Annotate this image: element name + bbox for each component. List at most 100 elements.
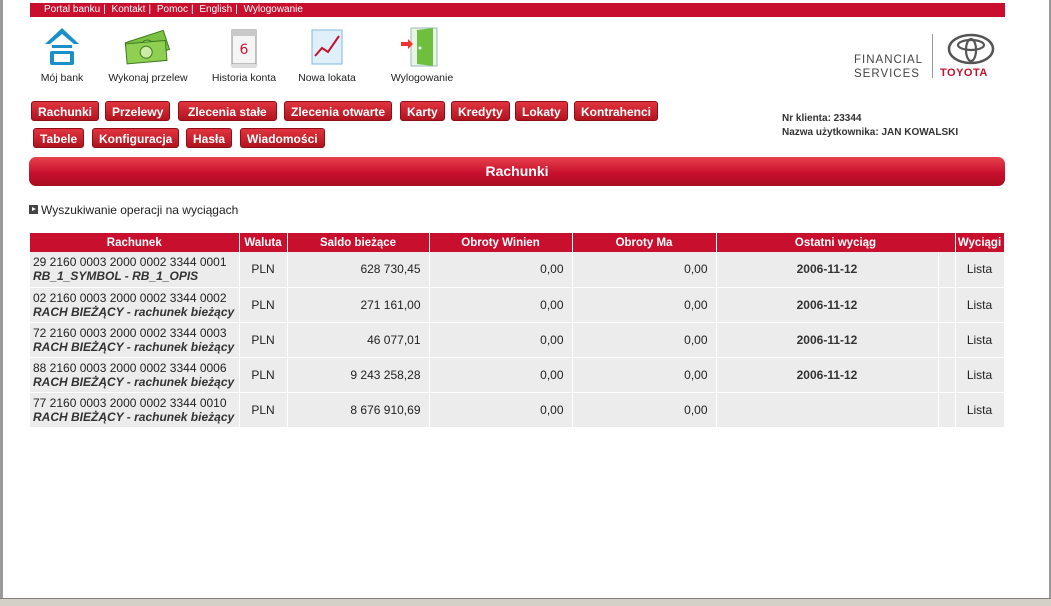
contact-link[interactable]: Kontakt xyxy=(112,4,146,15)
toyota-emblem-icon xyxy=(947,33,995,65)
toyota-financial-logo: FINANCIAL SERVICES TOYOTA xyxy=(852,32,1002,82)
nav-configuration[interactable]: Konfiguracja xyxy=(92,128,180,148)
last-statement-cell: 2006-11-12 xyxy=(716,322,939,358)
balance-cell: 46 077,01 xyxy=(287,322,430,358)
nav-transfers[interactable]: Przelewy xyxy=(105,101,171,121)
table-row: 02 2160 0003 2000 0002 3344 0002 RACH BIE… xyxy=(30,287,1005,323)
nav-cards[interactable]: Karty xyxy=(400,101,445,121)
account-cell: 88 2160 0003 2000 0002 3344 0006 RACH BIE… xyxy=(30,357,240,393)
debit-cell: 0,00 xyxy=(429,322,573,358)
account-cell: 77 2160 0003 2000 0002 3344 0010 RACH BIE… xyxy=(30,392,240,428)
account-description: RACH BIEŻĄCY - rachunek bieżący xyxy=(33,339,235,354)
account-cell: 02 2160 0003 2000 0002 3344 0002 RACH BIE… xyxy=(30,287,240,323)
balance-cell: 628 730,45 xyxy=(287,252,430,288)
debit-cell: 0,00 xyxy=(429,252,573,288)
credit-cell: 0,00 xyxy=(572,392,717,428)
currency-cell: PLN xyxy=(239,287,288,323)
nav-credits[interactable]: Kredyty xyxy=(451,101,510,121)
svg-text:6: 6 xyxy=(240,42,249,58)
money-icon xyxy=(124,29,171,65)
debit-cell: 0,00 xyxy=(429,287,573,323)
nav-contractors[interactable]: Kontrahenci xyxy=(574,101,659,121)
account-number: 77 2160 0003 2000 0002 3344 0010 xyxy=(33,395,227,410)
user-name: Nazwa użytkownika: JAN KOWALSKI xyxy=(782,127,959,138)
col-header-currency: Waluta xyxy=(239,233,288,252)
account-description: RACH BIEŻĄCY - rachunek bieżący xyxy=(33,304,235,319)
credit-cell: 0,00 xyxy=(572,357,717,393)
status-bar xyxy=(0,598,1051,606)
portal-link[interactable]: Portal banku xyxy=(44,4,100,15)
credit-cell: 0,00 xyxy=(572,322,717,358)
currency-cell: PLN xyxy=(239,357,288,393)
currency-cell: PLN xyxy=(239,252,288,288)
spacer-cell xyxy=(938,287,956,323)
nav-accounts[interactable]: Rachunki xyxy=(31,101,100,121)
last-statement-cell: 2006-11-12 xyxy=(716,357,939,393)
balance-cell: 9 243 258,28 xyxy=(287,357,430,393)
spacer-cell xyxy=(938,252,956,288)
statements-list-link[interactable]: Lista xyxy=(955,252,1005,288)
spacer-cell xyxy=(938,322,956,358)
currency-cell: PLN xyxy=(239,392,288,428)
logout-button[interactable]: Wylogowanie xyxy=(386,24,458,84)
chart-icon xyxy=(311,29,343,65)
table-header-row: Rachunek Waluta Saldo bieżące Obroty Win… xyxy=(30,233,1005,252)
calendar-icon: 6 xyxy=(230,29,258,68)
transfer-button[interactable]: Wykonaj przelew xyxy=(103,24,193,84)
table-row: 77 2160 0003 2000 0002 3344 0010 RACH BIE… xyxy=(30,392,1005,428)
nav-messages[interactable]: Wiadomości xyxy=(240,128,325,148)
account-cell: 72 2160 0003 2000 0002 3344 0003 RACH BIE… xyxy=(30,322,240,358)
credit-cell: 0,00 xyxy=(572,287,717,323)
nav-passwords[interactable]: Hasła xyxy=(186,128,233,148)
statements-list-link[interactable]: Lista xyxy=(955,357,1005,393)
table-row: 29 2160 0003 2000 0002 3344 0001 RB_1_SYM… xyxy=(30,252,1005,288)
english-link[interactable]: English xyxy=(199,4,232,15)
last-statement-cell: 2006-11-12 xyxy=(716,287,939,323)
spacer-cell xyxy=(938,392,956,428)
arrow-right-icon xyxy=(29,205,38,214)
logout-link[interactable]: Wylogowanie xyxy=(244,4,303,15)
nav-tables[interactable]: Tabele xyxy=(33,128,85,148)
col-header-credit: Obroty Ma xyxy=(572,233,717,252)
col-header-last-statement: Ostatni wyciąg xyxy=(716,233,956,252)
my-bank-button[interactable]: Mój bank xyxy=(36,24,88,84)
spacer-cell xyxy=(938,357,956,393)
statements-list-link[interactable]: Lista xyxy=(955,392,1005,428)
col-header-statements: Wyciągi xyxy=(955,233,1005,252)
account-number: 02 2160 0003 2000 0002 3344 0002 xyxy=(33,290,227,305)
statements-list-link[interactable]: Lista xyxy=(955,322,1005,358)
account-number: 88 2160 0003 2000 0002 3344 0006 xyxy=(33,360,227,375)
table-row: 72 2160 0003 2000 0002 3344 0003 RACH BIE… xyxy=(30,322,1005,358)
account-cell: 29 2160 0003 2000 0002 3344 0001 RB_1_SYM… xyxy=(30,252,240,288)
help-link[interactable]: Pomoc xyxy=(157,4,188,15)
last-statement-cell xyxy=(716,392,939,428)
nav-deposits[interactable]: Lokaty xyxy=(515,101,568,121)
last-statement-cell: 2006-11-12 xyxy=(716,252,939,288)
table-row: 88 2160 0003 2000 0002 3344 0006 RACH BIE… xyxy=(30,357,1005,393)
history-button[interactable]: 6 Historia konta xyxy=(208,24,280,84)
col-header-debit: Obroty Winien xyxy=(429,233,573,252)
account-description: RACH BIEŻĄCY - rachunek bieżący xyxy=(33,409,235,424)
statements-list-link[interactable]: Lista xyxy=(955,287,1005,323)
page-title: Rachunki xyxy=(29,157,1005,186)
top-link-bar: Portal banku | Kontakt | Pomoc | English | W… xyxy=(30,3,1005,17)
nav-standing-orders[interactable]: Zlecenia stałe xyxy=(178,101,277,121)
account-description: RACH BIEŻĄCY - rachunek bieżący xyxy=(33,374,235,389)
client-info: Nr klienta: 23344 Nazwa użytkownika: JAN… xyxy=(782,112,958,140)
balance-cell: 271 161,00 xyxy=(287,287,430,323)
debit-cell: 0,00 xyxy=(429,392,573,428)
door-icon xyxy=(401,27,438,67)
new-deposit-button[interactable]: Nowa lokata xyxy=(294,24,360,84)
balance-cell: 8 676 910,69 xyxy=(287,392,430,428)
currency-cell: PLN xyxy=(239,322,288,358)
col-header-account: Rachunek xyxy=(30,233,240,252)
my-bank-icon xyxy=(45,28,79,65)
accounts-table: Rachunek Waluta Saldo bieżące Obroty Win… xyxy=(30,233,1005,428)
nav-open-orders[interactable]: Zlecenia otwarte xyxy=(284,101,393,121)
account-number: 29 2160 0003 2000 0002 3344 0001 xyxy=(33,255,227,270)
col-header-balance: Saldo bieżące xyxy=(287,233,430,252)
account-description: RB_1_SYMBOL - RB_1_OPIS xyxy=(33,269,199,284)
statement-search-link[interactable]: Wyszukiwanie operacji na wyciągach xyxy=(29,203,238,217)
credit-cell: 0,00 xyxy=(572,252,717,288)
account-number: 72 2160 0003 2000 0002 3344 0003 xyxy=(33,325,227,340)
